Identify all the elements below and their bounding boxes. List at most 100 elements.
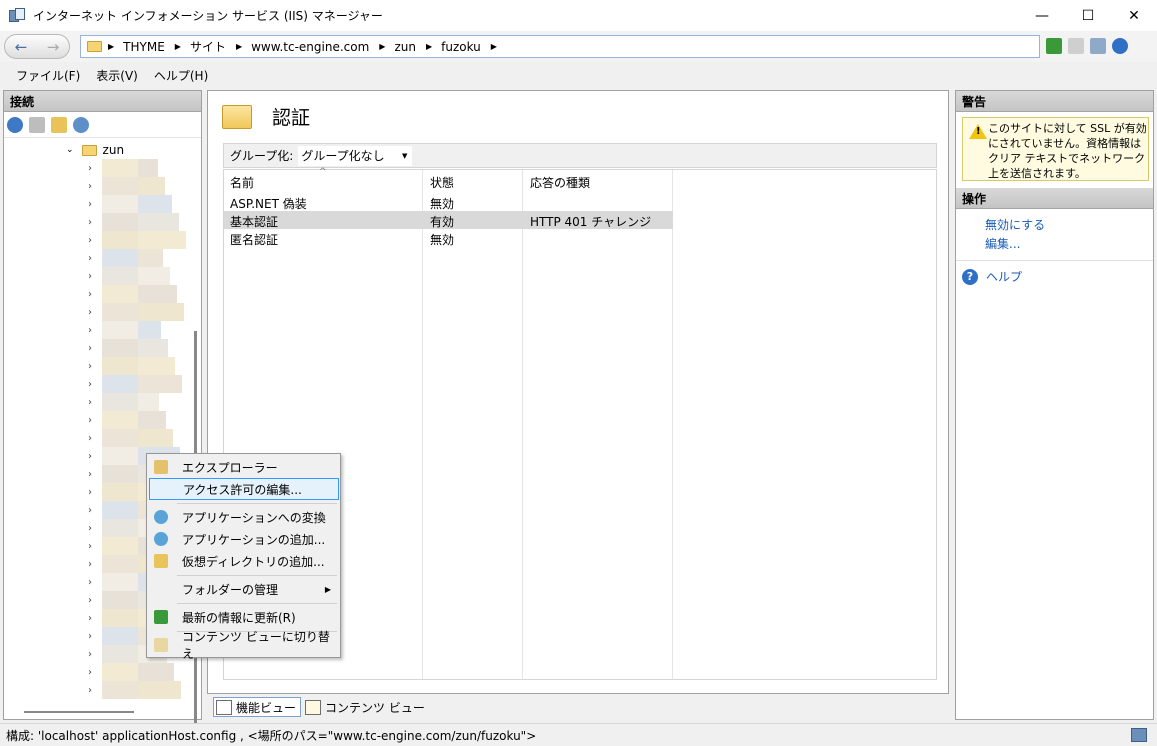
breadcrumb-item[interactable]: ▶ www.tc-engine.com (236, 40, 369, 54)
chevron-right-icon[interactable]: › (88, 685, 100, 696)
refresh-icon[interactable] (1046, 38, 1062, 54)
menu-help[interactable]: ヘルプ(H) (146, 67, 216, 84)
tree-node-collapsed[interactable]: › (88, 213, 188, 231)
chevron-right-icon[interactable]: › (88, 253, 100, 264)
header-state[interactable]: 状態 (430, 174, 454, 191)
chevron-right-icon[interactable]: › (88, 559, 100, 570)
forward-arrow-icon[interactable]: → (47, 38, 60, 56)
tree-node-collapsed[interactable]: › (88, 411, 188, 429)
tree-node-collapsed[interactable]: › (88, 321, 188, 339)
chevron-right-icon[interactable]: › (88, 235, 100, 246)
menu-item-switch-content-view[interactable]: コンテンツ ビューに切り替え (149, 630, 339, 661)
chevron-right-icon[interactable]: › (88, 505, 100, 516)
save-icon[interactable] (29, 116, 45, 133)
tree-node-collapsed[interactable]: › (88, 177, 188, 195)
list-row-anonymous[interactable]: 匿名認証 無効 (224, 229, 673, 247)
chevron-right-icon[interactable]: › (88, 163, 100, 174)
chevron-right-icon[interactable]: › (88, 487, 100, 498)
tree-node-collapsed[interactable]: › (88, 231, 188, 249)
minimize-button[interactable]: — (1019, 0, 1065, 31)
header-type[interactable]: 応答の種類 (530, 174, 590, 191)
application-icon (154, 510, 168, 524)
disconnect-icon[interactable] (73, 116, 89, 133)
tree-node-collapsed[interactable]: › (88, 267, 188, 285)
disable-action[interactable]: 無効にする (956, 215, 1153, 234)
tree-node-collapsed[interactable]: › (88, 393, 188, 411)
chevron-right-icon[interactable]: › (88, 397, 100, 408)
breadcrumb-item[interactable]: ▶ zun (379, 40, 416, 54)
tree-node-collapsed[interactable]: › (88, 681, 188, 699)
group-by-select[interactable]: グループ化なし ▼ (298, 145, 413, 166)
explorer-icon (154, 460, 168, 474)
up-folder-icon[interactable] (51, 116, 67, 133)
maximize-button[interactable]: ☐ (1065, 0, 1111, 31)
chevron-right-icon[interactable]: › (88, 631, 100, 642)
tree-node-collapsed[interactable]: › (88, 249, 188, 267)
chevron-right-icon[interactable]: › (88, 199, 100, 210)
chevron-right-icon[interactable]: › (88, 469, 100, 480)
chevron-down-icon[interactable]: ⌄ (66, 145, 74, 155)
redacted-node-label (138, 285, 177, 303)
menu-item-add-virtual-directory[interactable]: 仮想ディレクトリの追加... (149, 550, 339, 572)
back-arrow-icon[interactable]: ← (15, 38, 28, 56)
help-action[interactable]: ? ヘルプ (956, 260, 1153, 285)
chevron-right-icon[interactable]: › (88, 361, 100, 372)
chevron-right-icon[interactable]: › (88, 181, 100, 192)
tree-node-collapsed[interactable]: › (88, 195, 188, 213)
menu-view[interactable]: 表示(V) (88, 67, 146, 84)
chevron-right-icon[interactable]: › (88, 523, 100, 534)
tree-node-collapsed[interactable]: › (88, 159, 188, 177)
breadcrumb-item[interactable]: ▶ THYME (108, 40, 165, 54)
breadcrumb-item[interactable]: ▶ fuzoku (426, 40, 481, 54)
tree-node-collapsed[interactable]: › (88, 303, 188, 321)
menu-item-convert-to-application[interactable]: アプリケーションへの変換 (149, 506, 339, 528)
chevron-right-icon[interactable]: › (88, 649, 100, 660)
list-row-basic[interactable]: 基本認証 有効 HTTP 401 チャレンジ (224, 211, 673, 229)
tab-content-view[interactable]: コンテンツ ビュー (303, 697, 429, 717)
menu-item-explorer[interactable]: エクスプローラー (149, 456, 339, 478)
menu-file[interactable]: ファイル(F) (8, 67, 88, 84)
breadcrumb-dropdown[interactable]: ▶ (491, 42, 506, 51)
menu-item-add-application[interactable]: アプリケーションの追加... (149, 528, 339, 550)
stop-icon[interactable] (1068, 38, 1084, 54)
chevron-right-icon[interactable]: › (88, 217, 100, 228)
chevron-right-icon[interactable]: › (88, 595, 100, 606)
tree-node-collapsed[interactable]: › (88, 357, 188, 375)
menu-item-refresh[interactable]: 最新の情報に更新(R) (149, 606, 339, 628)
chevron-right-icon[interactable]: › (88, 289, 100, 300)
list-row-aspnet[interactable]: ASP.NET 偽装 無効 (224, 193, 673, 211)
redacted-node-label (102, 411, 138, 429)
chevron-right-icon[interactable]: › (88, 343, 100, 354)
header-name[interactable]: 名前 (230, 174, 254, 191)
tree-node-collapsed[interactable]: › (88, 285, 188, 303)
menu-item-edit-permissions[interactable]: アクセス許可の編集... (149, 478, 339, 500)
tab-features-view[interactable]: 機能ビュー (213, 697, 302, 717)
chevron-right-icon[interactable]: › (88, 667, 100, 678)
chevron-right-icon[interactable]: › (88, 613, 100, 624)
tree-node-collapsed[interactable]: › (88, 663, 188, 681)
tree-node-collapsed[interactable]: › (88, 339, 188, 357)
tree-node-zun[interactable]: ⌄ zun (66, 141, 124, 159)
chevron-right-icon[interactable]: › (88, 541, 100, 552)
breadcrumb-item[interactable]: ▶ サイト (175, 38, 226, 55)
tree-node-collapsed[interactable]: › (88, 375, 188, 393)
chevron-right-icon[interactable]: › (88, 415, 100, 426)
edit-action[interactable]: 編集... (956, 234, 1153, 253)
close-button[interactable]: ✕ (1111, 0, 1157, 31)
help-dropdown-icon[interactable] (1112, 38, 1128, 54)
chevron-right-icon[interactable]: › (88, 307, 100, 318)
chevron-right-icon[interactable]: › (88, 379, 100, 390)
context-menu: エクスプローラー アクセス許可の編集... アプリケーションへの変換 アプリケー… (146, 453, 341, 661)
chevron-right-icon[interactable]: › (88, 451, 100, 462)
tree-horizontal-scrollbar[interactable] (24, 711, 134, 713)
chevron-right-icon[interactable]: › (88, 271, 100, 282)
home-icon[interactable] (1090, 38, 1106, 54)
menu-item-manage-folder[interactable]: フォルダーの管理 ▶ (149, 578, 339, 600)
connect-icon[interactable] (7, 116, 23, 133)
address-bar[interactable]: ▶ THYME ▶ サイト ▶ www.tc-engine.com ▶ zun ▶ fuz… (80, 35, 1040, 58)
redacted-node-label (138, 411, 166, 429)
chevron-right-icon[interactable]: › (88, 325, 100, 336)
chevron-right-icon[interactable]: › (88, 577, 100, 588)
tree-node-collapsed[interactable]: › (88, 429, 188, 447)
chevron-right-icon[interactable]: › (88, 433, 100, 444)
